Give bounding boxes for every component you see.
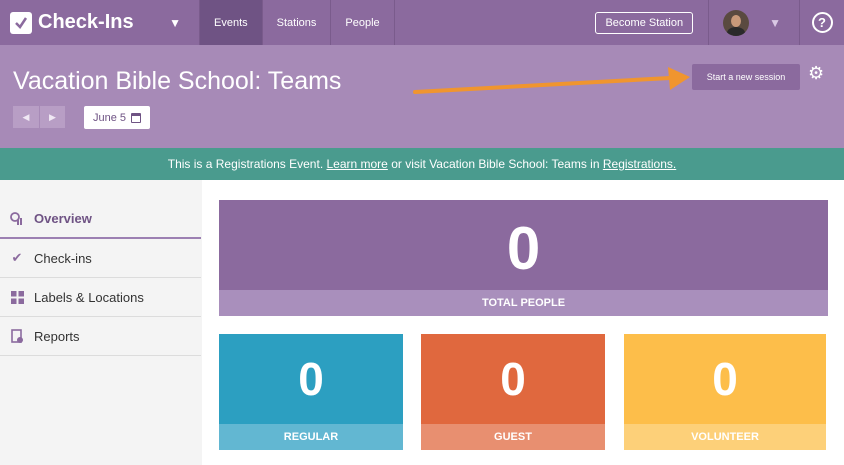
regular-label: REGULAR [219, 424, 403, 450]
sidebar-item-reports[interactable]: Reports [0, 317, 201, 356]
total-people-label: TOTAL PEOPLE [219, 290, 828, 316]
triangle-right-icon: ▶ [49, 111, 56, 122]
sidebar-item-label: Labels & Locations [34, 289, 144, 305]
help-icon: ? [811, 12, 833, 33]
sidebar-item-label: Check-ins [34, 250, 92, 266]
overview-panel: 0 TOTAL PEOPLE 0 REGULAR 0 GUEST 0 VOLUN… [202, 180, 844, 465]
start-new-session-button[interactable]: Start a new session [692, 64, 800, 90]
app-switcher[interactable]: Check-Ins ▼ [0, 0, 200, 45]
date-label: June 5 [93, 111, 127, 124]
become-station-button[interactable]: Become Station [595, 11, 694, 34]
banner-text: This is a Registrations Event. [167, 157, 327, 171]
calendar-icon [131, 112, 142, 123]
sidebar: Overview ✔ Check-ins Labels & Locations … [0, 200, 201, 356]
annotation-arrow [413, 67, 690, 94]
report-icon [9, 328, 25, 344]
registrations-banner: This is a Registrations Event. Learn mor… [0, 148, 844, 180]
guest-card: 0 GUEST [421, 334, 605, 450]
guest-label: GUEST [421, 424, 605, 450]
page-title: Vacation Bible School: Teams [13, 67, 342, 95]
sidebar-item-label: Overview [34, 211, 92, 226]
chevron-down-icon: ▼ [169, 15, 181, 30]
volunteer-count: 0 [712, 353, 738, 405]
learn-more-link[interactable]: Learn more [326, 157, 387, 171]
guest-count: 0 [500, 353, 526, 405]
total-people-card: 0 TOTAL PEOPLE [219, 200, 828, 316]
date-navigation: ◀ ▶ [13, 106, 65, 128]
sidebar-item-labels-locations[interactable]: Labels & Locations [0, 278, 201, 317]
tab-events[interactable]: Events [200, 0, 263, 45]
grid-icon [9, 290, 25, 304]
checkbox-logo-icon [10, 11, 32, 34]
total-people-count: 0 [506, 215, 541, 282]
user-menu[interactable]: ▼ [708, 0, 800, 45]
sidebar-item-check-ins[interactable]: ✔ Check-ins [0, 239, 201, 278]
next-date-button[interactable]: ▶ [39, 106, 65, 128]
sidebar-item-overview[interactable]: Overview [0, 200, 201, 239]
date-picker-button[interactable]: June 5 [84, 106, 151, 129]
page-header: Vacation Bible School: Teams ◀ ▶ June 5 … [0, 45, 844, 148]
registrations-link[interactable]: Registrations. [603, 157, 676, 171]
regular-card: 0 REGULAR [219, 334, 403, 450]
gear-icon[interactable]: ⚙ [808, 63, 824, 84]
tab-stations[interactable]: Stations [263, 0, 332, 45]
help-button[interactable]: ? [800, 0, 844, 45]
top-nav: Check-Ins ▼ Events Stations People Becom… [0, 0, 844, 45]
volunteer-label: VOLUNTEER [624, 424, 826, 450]
triangle-left-icon: ◀ [22, 111, 30, 122]
app-name: Check-Ins [38, 11, 134, 33]
banner-text-middle: or visit Vacation Bible School: Teams in [387, 157, 603, 171]
sidebar-item-label: Reports [34, 328, 80, 344]
previous-date-button[interactable]: ◀ [13, 106, 39, 128]
volunteer-card: 0 VOLUNTEER [624, 334, 826, 450]
overview-icon [9, 211, 25, 226]
regular-count: 0 [298, 353, 324, 405]
chevron-down-icon: ▼ [769, 15, 781, 30]
tab-people[interactable]: People [331, 0, 395, 45]
avatar [723, 9, 750, 36]
check-icon: ✔ [11, 250, 23, 265]
